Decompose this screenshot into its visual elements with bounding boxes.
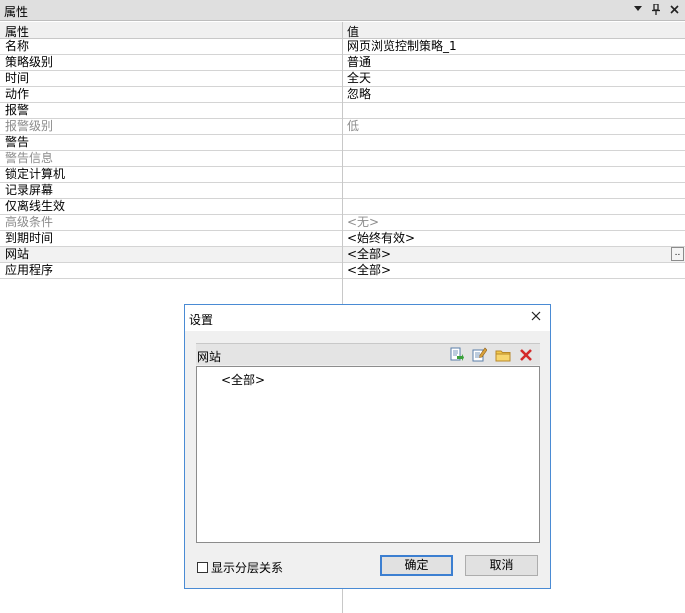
checkbox-box[interactable] [197,562,208,573]
show-hierarchy-checkbox[interactable]: 显示分层关系 [197,559,283,576]
ellipsis-button[interactable]: .. [671,247,684,261]
property-name: 名称 [5,39,30,53]
property-value[interactable]: 忽略 [347,87,371,102]
dialog-titlebar: 设置 [185,305,550,331]
website-section-label: 网站 [197,350,222,364]
property-value[interactable]: 低 [347,119,359,134]
property-value[interactable]: <全部> [347,263,391,278]
website-list[interactable]: <全部> [196,366,540,543]
settings-dialog: 设置 网站 <全部> 显示分层关系 确定 取消 [184,304,551,589]
property-name: 高级条件 [5,215,54,229]
property-name: 报警级别 [5,119,54,133]
list-item[interactable]: <全部> [221,371,265,388]
property-name: 到期时间 [5,231,54,245]
dialog-close-icon[interactable] [528,309,544,325]
properties-panel-titlebar: 属性 [0,0,685,21]
property-name: 时间 [5,71,30,85]
delete-icon[interactable] [517,346,534,363]
property-name: 应用程序 [5,263,54,277]
edit-icon[interactable] [471,346,488,363]
folder-icon[interactable] [494,346,511,363]
property-value[interactable]: <无> [347,215,379,230]
property-name: 动作 [5,87,30,101]
panel-title: 属性 [4,5,29,19]
property-name: 记录屏幕 [5,183,54,197]
website-section-header: 网站 [196,343,540,365]
property-name: 仅离线生效 [5,199,66,213]
dialog-title: 设置 [189,313,214,327]
property-name: 网站 [5,247,30,261]
cancel-button[interactable]: 取消 [465,555,538,576]
import-icon[interactable] [448,346,465,363]
property-name: 报警 [5,103,30,117]
property-value[interactable]: 网页浏览控制策略_1 [347,39,457,54]
close-icon[interactable] [667,2,681,16]
header-value[interactable]: 值 [347,23,359,40]
property-value[interactable]: 普通 [347,55,371,70]
property-value[interactable]: <始终有效> [347,231,415,246]
property-name: 策略级别 [5,55,54,69]
checkbox-label: 显示分层关系 [211,561,284,575]
property-name: 警告信息 [5,151,54,165]
property-name: 警告 [5,135,30,149]
property-value[interactable]: <全部> [347,247,391,262]
dropdown-arrow-icon[interactable] [631,2,645,16]
property-value[interactable]: 全天 [347,71,371,86]
header-property[interactable]: 属性 [5,23,29,40]
pin-icon[interactable] [649,2,663,16]
ok-button[interactable]: 确定 [380,555,453,576]
property-name: 锁定计算机 [5,167,66,181]
